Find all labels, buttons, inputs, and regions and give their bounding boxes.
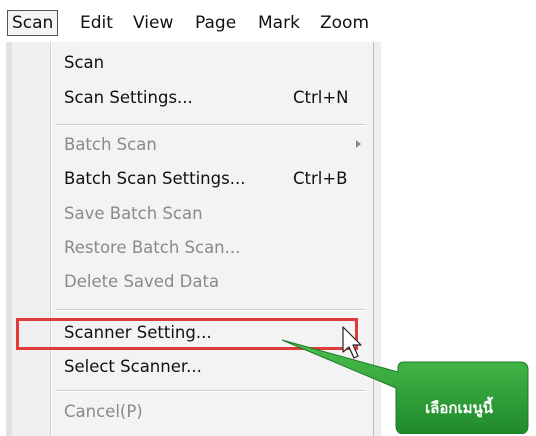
callout-label: เลือกเมนูนี้	[425, 399, 493, 417]
callout-graphic	[281, 326, 529, 434]
mouse-cursor-icon	[342, 326, 362, 359]
